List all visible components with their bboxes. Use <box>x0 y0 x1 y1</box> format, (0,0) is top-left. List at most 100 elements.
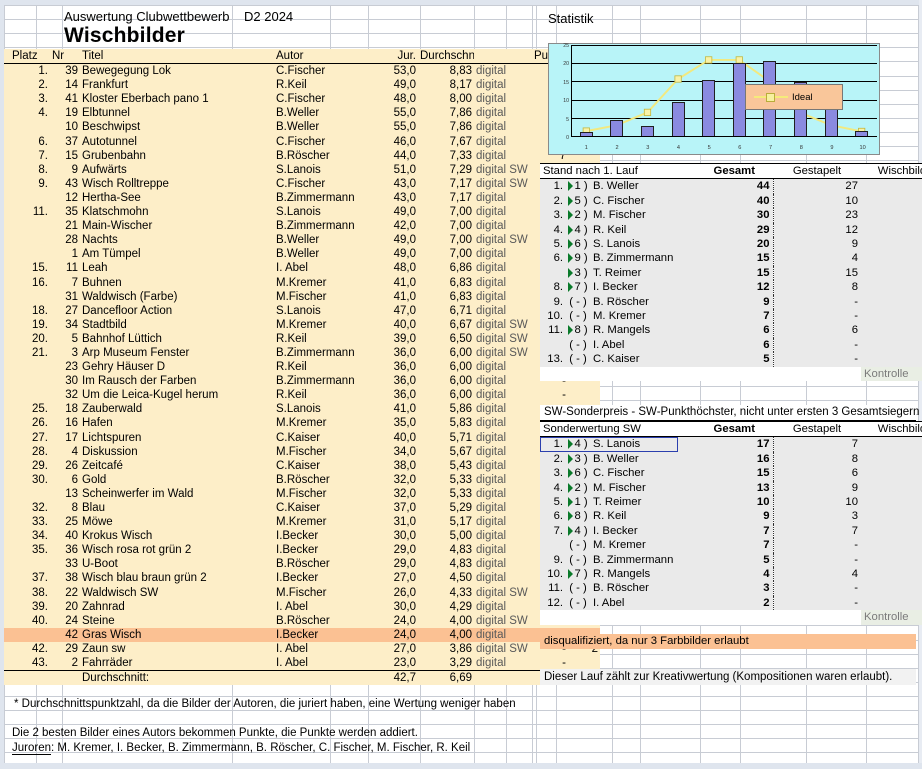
table-row[interactable]: 32 Um die Leica-Kugel herum R.Keil 36,0 6,00… <box>4 388 600 403</box>
table-row[interactable]: 5. 1 )T. Reimer1010- <box>540 495 922 510</box>
table-row[interactable]: 10. 7 )R. Mangels44- <box>540 567 922 582</box>
table-row[interactable]: 21. 3 Arp Museum Fenster B.Zimmermann 36,0 6,… <box>4 345 600 361</box>
table-row[interactable]: 25.18ZauberwaldS.Lanois41,05,86digital- <box>4 402 600 417</box>
ranking-cell: C.Fischer <box>274 134 376 149</box>
table-row[interactable]: 23Gehry Häuser DR.Keil36,06,00digital- <box>4 360 600 375</box>
table-row[interactable]: 10BeschwipstB.Weller55,07,86digital8,5 <box>4 120 600 135</box>
ranking-cell: 49,0 <box>376 205 418 220</box>
table-row[interactable]: 11. ( - ) B. Röscher 3-3 <box>540 581 922 596</box>
table-row[interactable]: 26.16HafenM.Kremer35,05,83digital- <box>4 416 600 431</box>
table-row[interactable]: 37. 38 Wisch blau braun grün 2 I.Becker 27,0… <box>4 571 600 586</box>
table-row[interactable]: 9. ( - ) B. Röscher 9-9 <box>540 294 922 310</box>
table-row[interactable]: 4. 2 )M. Fischer1394 <box>540 480 922 496</box>
ranking-cell: 31,0 <box>376 515 418 530</box>
table-row[interactable]: 1. 39 Bewegegung Lok C.Fischer 53,0 8,83 digit… <box>4 63 600 79</box>
sw-name-cell: 1. 4 ) S. Lanois <box>540 436 678 452</box>
previous-rank: 5 ) <box>563 194 593 208</box>
table-row[interactable]: 3. 41 Kloster Eberbach pano 1 C.Fischer 48,0… <box>4 92 600 107</box>
table-row[interactable]: 4. 4 )R. Keil291217 <box>540 222 922 238</box>
stand-name-cell: 3 ) T. Reimer <box>540 265 678 281</box>
table-row[interactable]: ( - ) M. Kremer 7-7 <box>540 538 922 553</box>
ranking-cell: 43,0 <box>376 176 418 191</box>
table-row[interactable]: 31 Waldwisch (Farbe) M.Fischer 41,0 6,83 digi… <box>4 289 600 304</box>
table-row[interactable]: 42. 29 Zaun sw I. Abel 27,0 3,86 digital SW -2 <box>4 641 600 657</box>
table-row[interactable]: 33.25MöweM.Kremer31,05,17digital- <box>4 515 600 530</box>
table-row[interactable]: 7. 4 )I. Becker77- <box>540 523 922 539</box>
table-row[interactable]: 27.17LichtspurenC.Kaiser40,05,71digital3 <box>4 430 600 445</box>
table-row[interactable]: 19. 34 Stadtbild M.Kremer 40,0 6,67 digital SW… <box>4 317 600 332</box>
ranking-cell: I. Abel <box>274 599 376 614</box>
table-row[interactable]: 43. 2 Fahrräder I. Abel 23,0 3,29 digital - <box>4 656 600 672</box>
ranking-cell: digital SW <box>474 233 532 248</box>
report-header: Auswertung Clubwettbewerb D2 2024 Wischb… <box>4 5 532 49</box>
table-row[interactable]: 32.8BlauC.Kaiser37,05,29digital- <box>4 501 600 516</box>
sw-name-cell: 11. ( - ) B. Röscher <box>540 581 678 596</box>
previous-rank: ( - ) <box>569 582 587 595</box>
table-row[interactable]: 30 Im Rausch der Farben B.Zimmermann 36,0 6,… <box>4 374 600 389</box>
table-row[interactable]: 28NachtsB.Weller49,07,00digital SW-8 <box>4 233 600 248</box>
table-row[interactable]: 9. ( - ) B. Zimmermann 5-5 <box>540 552 922 568</box>
table-row[interactable]: 16.7BuhnenM.Kremer41,06,83digital4 <box>4 275 600 290</box>
table-row[interactable]: 11. 8 )R. Mangels66- <box>540 323 922 338</box>
table-row[interactable]: 9. 43 Wisch Rolltreppe C.Fischer 43,0 7,17 dig… <box>4 176 600 191</box>
person-name: M. Fischer <box>593 209 646 222</box>
ranking-cell <box>4 247 50 262</box>
table-row[interactable]: 40.24SteineB.Röscher24,04,00digital SW-3 <box>4 613 600 628</box>
table-row[interactable]: 42Gras WischI.Becker24,04,00digital- <box>4 627 600 642</box>
table-row[interactable]: 18. 27 Dancefloor Action S.Lanois 47,0 6,71 di… <box>4 303 600 318</box>
table-row[interactable]: 7. 15 Grubenbahn B.Röscher 44,0 7,33 digital 7 <box>4 148 600 163</box>
table-row[interactable]: 8. 7 )I. Becker1284 <box>540 280 922 295</box>
legend-label-ideal: Ideal <box>792 91 813 103</box>
stand-gesamt-cell: 7 <box>678 309 774 324</box>
footnote-gap <box>4 712 532 726</box>
table-row[interactable]: 2. 3 )B. Weller1688 <box>540 451 922 467</box>
table-row[interactable]: 3 )T. Reimer1515- <box>540 265 922 281</box>
up-arrow-icon <box>568 497 574 508</box>
table-row[interactable]: 6.37AutotunnelC.Fischer46,07,67digital- <box>4 134 600 149</box>
table-row[interactable]: 34. 40 Krokus Wisch I.Becker 30,0 5,00 digital… <box>4 529 600 544</box>
ranking-cell: 30 <box>50 374 80 389</box>
stand-gestapelt-cell: - <box>773 337 861 353</box>
table-row[interactable]: 11.35KlatschmohnS.Lanois49,07,00digital5 <box>4 205 600 220</box>
table-row[interactable]: 3. 2 )M. Fischer30237 <box>540 208 922 223</box>
table-row[interactable]: 29.26ZeitcaféC.Kaiser38,05,43digital2 <box>4 458 600 473</box>
table-row[interactable]: 38. 22 Waldwisch SW M.Fischer 26,0 4,33 digita… <box>4 585 600 600</box>
table-row[interactable]: 21 Main-Wischer B.Zimmermann 42,0 7,00 digita… <box>4 219 600 234</box>
table-row[interactable]: 2.14FrankfurtR.Keil49,08,17digital14 <box>4 78 600 93</box>
ranking-cell: 17 <box>50 430 80 445</box>
table-row[interactable]: 3. 6 )C. Fischer1569 <box>540 466 922 481</box>
table-row[interactable]: 12. ( - ) I. Abel 2-2 <box>540 595 922 611</box>
table-row[interactable]: 8.9AufwärtsS.Lanois51,07,29digital SW610 <box>4 162 600 177</box>
table-row[interactable]: 13 Scheinwerfer im Wald M.Fischer 32,0 5,33 d… <box>4 486 600 501</box>
ranking-cell: 3 <box>50 345 80 361</box>
table-row[interactable]: 13. ( - ) C. Kaiser 5-5 <box>540 352 922 367</box>
report-subtitle: Auswertung Clubwettbewerb <box>64 9 230 24</box>
table-row[interactable]: 6. 8 )R. Keil936 <box>540 509 922 524</box>
table-row[interactable]: 1Am TümpelB.Weller49,07,00digital- <box>4 247 600 262</box>
table-row[interactable]: 1. 4 )S. Lanois17710 <box>540 436 922 452</box>
table-row[interactable]: 39.20ZahnradI. Abel30,04,29digital2 <box>4 599 600 614</box>
table-row[interactable]: ( - ) I. Abel 6-6 <box>540 337 922 353</box>
ranking-cell: digital <box>474 472 532 487</box>
table-row[interactable]: 33U-BootB.Röscher29,04,83digital- <box>4 557 600 572</box>
table-row[interactable]: 10. ( - ) M. Kremer 7-7 <box>540 309 922 324</box>
ranking-cell: B.Weller <box>274 120 376 135</box>
person-name: M. Kremer <box>593 539 646 552</box>
table-row[interactable]: 20. 5 Bahnhof Lüttich R.Keil 39,0 6,50 digital… <box>4 331 600 346</box>
table-row[interactable]: 2. 5 )C. Fischer401030 <box>540 193 922 209</box>
ranking-cell: 55,0 <box>376 120 418 135</box>
stand-nach-lauf-table: Stand nach 1. Lauf Gesamt Gestapelt Wischbi… <box>540 162 922 382</box>
table-row[interactable]: 30.6GoldB.Röscher32,05,33digital2 <box>4 472 600 487</box>
table-row[interactable]: 15.11LeahI. Abel48,06,86digital4 <box>4 261 600 276</box>
table-row[interactable]: 5. 6 )S. Lanois20911 <box>540 237 922 252</box>
up-arrow-icon <box>568 253 574 264</box>
ranking-cell: Zahnrad <box>80 599 274 614</box>
table-row[interactable]: 12Hertha-SeeB.Zimmermann43,07,17digital6 <box>4 190 600 206</box>
ranking-cell: Beschwipst <box>80 120 274 135</box>
table-row[interactable]: 1. 1 )B. Weller442717 <box>540 178 922 194</box>
table-row[interactable]: 6. 9 )B. Zimmermann15411 <box>540 251 922 266</box>
stand-wischbilder-cell: 6 <box>861 337 922 353</box>
table-row[interactable]: 28.4DiskussionM.Fischer34,05,67digital3 <box>4 444 600 459</box>
table-row[interactable]: 35. 36 Wisch rosa rot grün 2 I.Becker 29,0 4,… <box>4 543 600 558</box>
table-row[interactable]: 4.19ElbtunnelB.Weller55,07,86digital8,5 <box>4 106 600 121</box>
